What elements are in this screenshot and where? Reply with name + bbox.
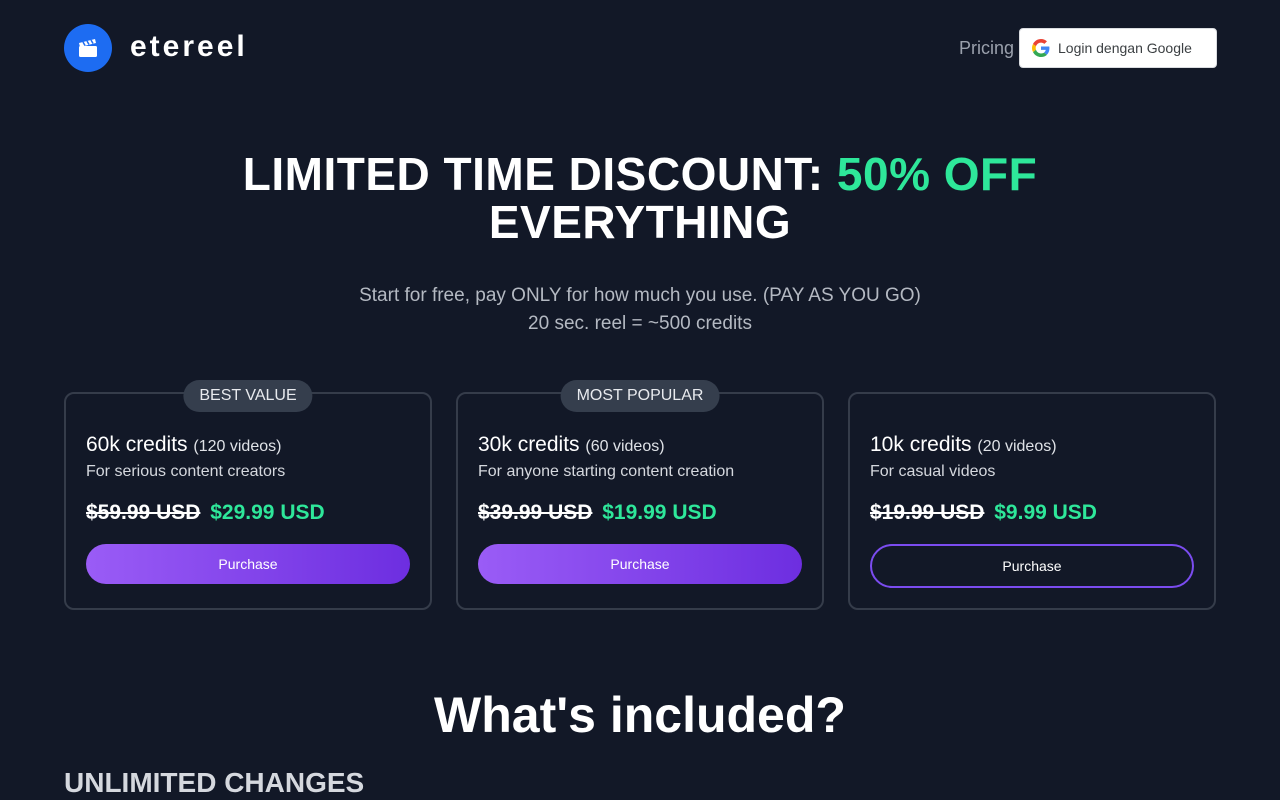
brand-name[interactable]: etereel <box>130 28 248 66</box>
purchase-button-10k[interactable]: Purchase <box>870 544 1194 588</box>
plan-card-10k: 10k credits (20 videos) For casual video… <box>848 392 1216 610</box>
page: etereel Pricing Login dengan Google LIMI… <box>0 0 1280 800</box>
new-price: $9.99 USD <box>994 501 1097 524</box>
logo[interactable] <box>64 24 112 72</box>
hero-title-part2: EVERYTHING <box>488 196 792 248</box>
plan-credits-label: 60k credits <box>86 433 188 456</box>
plan-card-60k: BEST VALUE 60k credits (120 videos) For … <box>64 380 432 610</box>
plan-credits: 10k credits (20 videos) <box>870 432 1057 460</box>
hero-title: LIMITED TIME DISCOUNT: 50% OFF EVERYTHIN… <box>0 150 1280 246</box>
plan-price: $39.99 USD $19.99 USD <box>478 500 717 526</box>
hero-title-accent: 50% OFF <box>836 148 1038 200</box>
unlimited-changes-heading: UNLIMITED CHANGES <box>64 767 365 798</box>
plan-credits-label: 30k credits <box>478 433 580 456</box>
new-price: $19.99 USD <box>602 501 717 524</box>
new-price: $29.99 USD <box>210 501 325 524</box>
plan-description: For serious content creators <box>86 463 286 480</box>
plan-description: For casual videos <box>870 463 996 480</box>
plan-price: $19.99 USD $9.99 USD <box>870 500 1097 526</box>
most-popular-badge: MOST POPULAR <box>560 380 720 412</box>
plan-card-30k: MOST POPULAR 30k credits (60 videos) For… <box>456 380 824 610</box>
plan-credits-label: 10k credits <box>870 433 972 456</box>
whats-included-heading: What's included? <box>434 687 846 743</box>
old-price: $59.99 USD <box>86 501 201 524</box>
plan-credits: 30k credits (60 videos) <box>478 432 665 460</box>
nav-pricing-link[interactable]: Pricing <box>959 37 1014 59</box>
plan-videos-label: (20 videos) <box>977 438 1057 455</box>
purchase-button-30k[interactable]: Purchase <box>478 544 802 584</box>
plan-credits: 60k credits (120 videos) <box>86 432 281 460</box>
plan-price: $59.99 USD $29.99 USD <box>86 500 325 526</box>
plan-videos-label: (60 videos) <box>585 438 665 455</box>
google-login-button[interactable]: Login dengan Google <box>1019 28 1217 68</box>
plan-description: For anyone starting content creation <box>478 463 735 480</box>
purchase-button-60k[interactable]: Purchase <box>86 544 410 584</box>
hero-title-part1: LIMITED TIME DISCOUNT: <box>242 148 837 200</box>
plan-videos-label: (120 videos) <box>193 438 282 455</box>
subtitle-line-1: Start for free, pay ONLY for how much yo… <box>359 285 921 306</box>
clapperboard-icon <box>79 39 97 57</box>
old-price: $39.99 USD <box>478 501 593 524</box>
google-login-label: Login dengan Google <box>1058 40 1192 56</box>
hero-subtitle: Start for free, pay ONLY for how much yo… <box>0 282 1280 338</box>
subtitle-line-2: 20 sec. reel = ~500 credits <box>528 313 752 334</box>
best-value-badge: BEST VALUE <box>183 380 313 412</box>
google-g-icon <box>1032 39 1050 57</box>
old-price: $19.99 USD <box>870 501 985 524</box>
